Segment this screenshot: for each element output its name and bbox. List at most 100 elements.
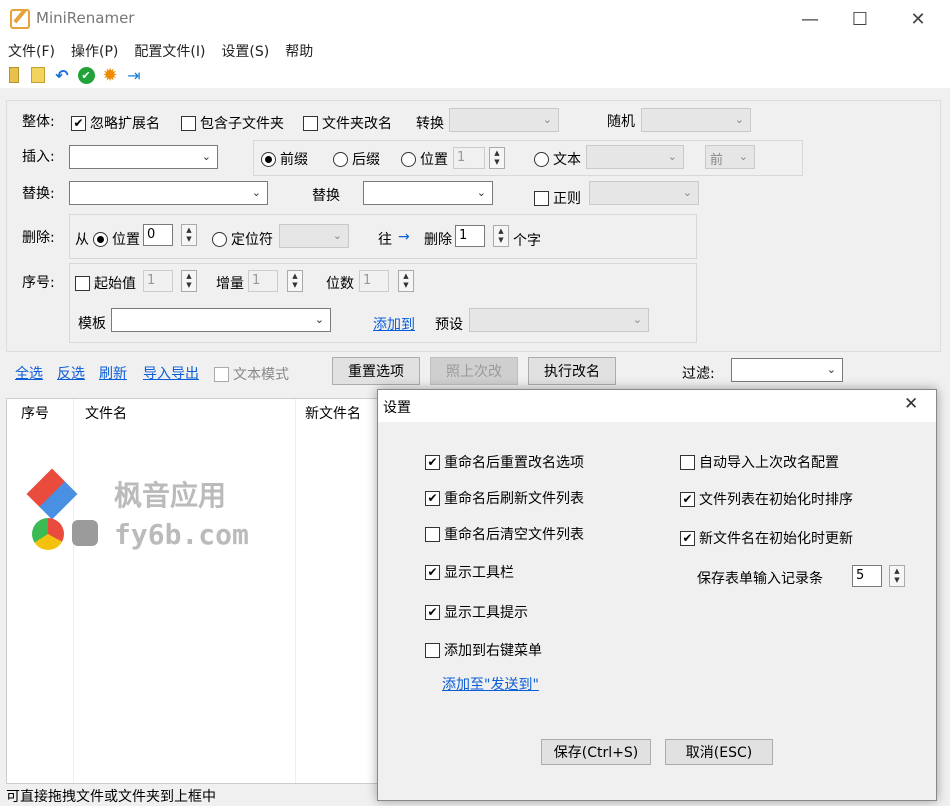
settings-dialog: 设置 ✕ ✔ 重命名后重置改名选项 ✔ 重命名后刷新文件列表 重命名后清空文件列表 … bbox=[377, 389, 937, 801]
chevron-down-icon: ⌄ bbox=[738, 150, 748, 163]
close-button[interactable]: ✕ bbox=[893, 0, 943, 38]
start-checkbox[interactable]: 起始值 bbox=[75, 273, 136, 293]
check-icon[interactable]: ✔ bbox=[76, 65, 96, 85]
add-to-link[interactable]: 添加到 bbox=[373, 314, 415, 334]
chevron-down-icon: ⌄ bbox=[201, 150, 211, 163]
replace-from-select[interactable]: ⌄ bbox=[69, 181, 268, 205]
step-label: 增量 bbox=[216, 276, 244, 292]
locator-radio[interactable]: 定位符 bbox=[212, 229, 273, 249]
radio-dot bbox=[401, 151, 416, 167]
preset-select[interactable]: ⌄ bbox=[469, 308, 649, 332]
direction-arrow-link[interactable]: → bbox=[398, 229, 410, 245]
start-value-stepper[interactable]: ▲ ▼ bbox=[181, 270, 197, 292]
digits-value-stepper[interactable]: ▲ ▼ bbox=[398, 270, 414, 292]
opt-show-tooltips[interactable]: ✔ 显示工具提示 bbox=[425, 602, 528, 622]
opt-show-toolbar[interactable]: ✔ 显示工具栏 bbox=[425, 562, 514, 582]
toward-label: 往 bbox=[378, 232, 392, 248]
add-sendto-link[interactable]: 添加至"发送到" bbox=[442, 674, 539, 694]
execute-button[interactable]: 执行改名 bbox=[528, 357, 616, 385]
menu-file[interactable]: 文件(F) bbox=[0, 38, 63, 62]
chevron-down-icon: ⌄ bbox=[667, 150, 677, 163]
delete-position-stepper[interactable]: ▲ ▼ bbox=[181, 224, 197, 246]
col-header-index[interactable]: 序号 bbox=[13, 399, 57, 425]
opt-context-menu[interactable]: 添加到右键菜单 bbox=[425, 640, 542, 660]
chevron-down-icon: ⌄ bbox=[542, 113, 552, 126]
text-mode-checkbox[interactable]: 文本模式 bbox=[214, 364, 289, 384]
undo-icon[interactable]: ↶ bbox=[52, 65, 72, 85]
filter-select[interactable]: ⌄ bbox=[731, 358, 843, 382]
checkbox-box: ✔ bbox=[425, 454, 440, 470]
column-divider bbox=[295, 399, 296, 783]
status-text: 可直接拖拽文件或文件夹到上框中 bbox=[6, 789, 216, 805]
refresh-link[interactable]: 刷新 bbox=[99, 363, 127, 383]
import-export-link[interactable]: 导入导出 bbox=[143, 363, 199, 383]
opt-sort-on-init[interactable]: ✔ 文件列表在初始化时排序 bbox=[680, 489, 853, 509]
step-value-input[interactable]: 1 bbox=[248, 270, 278, 292]
select-all-link[interactable]: 全选 bbox=[15, 363, 43, 383]
invert-link[interactable]: 反选 bbox=[57, 363, 85, 383]
ignore-ext-checkbox[interactable]: ✔ 忽略扩展名 bbox=[71, 113, 160, 133]
step-value-stepper[interactable]: ▲ ▼ bbox=[287, 270, 303, 292]
reset-button[interactable]: 重置选项 bbox=[332, 357, 420, 385]
history-count-input[interactable]: 5 bbox=[852, 565, 882, 587]
opt-update-on-init[interactable]: ✔ 新文件名在初始化时更新 bbox=[680, 528, 853, 548]
start-value-input[interactable]: 1 bbox=[143, 270, 173, 292]
delete-position-input[interactable]: 0 bbox=[143, 224, 173, 246]
checkbox-box bbox=[303, 115, 318, 131]
dialog-close-icon[interactable]: ✕ bbox=[904, 394, 918, 414]
insert-direction-select[interactable]: 前 ⌄ bbox=[705, 145, 755, 169]
position-radio[interactable]: 位置 bbox=[401, 149, 448, 169]
regex-select[interactable]: ⌄ bbox=[589, 181, 699, 205]
down-icon: ▼ bbox=[186, 281, 192, 289]
delete-count-stepper[interactable]: ▲ ▼ bbox=[493, 225, 509, 247]
template-select[interactable]: ⌄ bbox=[111, 308, 331, 332]
apply-last-button[interactable]: 照上次改 bbox=[430, 357, 518, 385]
up-icon: ▲ bbox=[494, 149, 500, 157]
digits-value-input[interactable]: 1 bbox=[359, 270, 389, 292]
history-label: 保存表单输入记录条 bbox=[697, 571, 823, 587]
opt-auto-import[interactable]: 自动导入上次改名配置 bbox=[680, 452, 839, 472]
insert-position-input[interactable]: 1 bbox=[453, 147, 485, 169]
checkbox-box: ✔ bbox=[680, 530, 695, 546]
col-header-filename[interactable]: 文件名 bbox=[77, 399, 135, 425]
watermark: 枫音应用 fy6b.com bbox=[26, 468, 270, 560]
radio-dot bbox=[212, 231, 227, 247]
maximize-button[interactable]: ☐ bbox=[835, 0, 885, 38]
save-button[interactable]: 保存(Ctrl+S) bbox=[541, 739, 651, 765]
rename-folder-checkbox[interactable]: 文件夹改名 bbox=[303, 113, 392, 133]
files-icon[interactable] bbox=[28, 65, 48, 85]
file-list[interactable]: 序号 文件名 新文件名 bbox=[6, 398, 386, 784]
gear-icon[interactable]: ✹ bbox=[100, 65, 120, 86]
column-divider bbox=[73, 399, 74, 783]
delete-position-radio[interactable]: 位置 bbox=[93, 229, 140, 249]
radio-dot bbox=[333, 151, 348, 167]
regex-checkbox[interactable]: 正则 bbox=[534, 188, 581, 208]
insert-text-combo[interactable]: ⌄ bbox=[586, 145, 684, 169]
menu-help[interactable]: 帮助 bbox=[277, 38, 321, 62]
menu-settings[interactable]: 设置(S) bbox=[213, 38, 277, 62]
prefix-radio[interactable]: 前缀 bbox=[261, 149, 308, 169]
random-select[interactable]: ⌄ bbox=[641, 108, 751, 132]
col-header-newname[interactable]: 新文件名 bbox=[297, 399, 369, 425]
folder-icon[interactable] bbox=[4, 65, 24, 85]
cancel-button[interactable]: 取消(ESC) bbox=[665, 739, 773, 765]
checkbox-box bbox=[214, 366, 229, 382]
opt-reset-after-rename[interactable]: ✔ 重命名后重置改名选项 bbox=[425, 452, 584, 472]
menu-operation[interactable]: 操作(P) bbox=[63, 38, 126, 62]
replace-to-select[interactable]: ⌄ bbox=[363, 181, 493, 205]
pin-icon[interactable]: ⇥ bbox=[124, 65, 144, 85]
toolbar: ↶ ✔ ✹ ⇥ bbox=[0, 62, 950, 88]
insert-text-select[interactable]: ⌄ bbox=[69, 145, 218, 169]
opt-clear-after-rename[interactable]: 重命名后清空文件列表 bbox=[425, 524, 584, 544]
opt-refresh-after-rename[interactable]: ✔ 重命名后刷新文件列表 bbox=[425, 488, 584, 508]
history-count-stepper[interactable]: ▲ ▼ bbox=[889, 565, 905, 587]
menu-profile[interactable]: 配置文件(I) bbox=[126, 38, 213, 62]
minimize-button[interactable]: — bbox=[785, 0, 835, 38]
suffix-radio[interactable]: 后缀 bbox=[333, 149, 380, 169]
insert-position-stepper[interactable]: ▲ ▼ bbox=[489, 147, 505, 169]
text-radio[interactable]: 文本 bbox=[534, 149, 581, 169]
include-sub-checkbox[interactable]: 包含子文件夹 bbox=[181, 113, 284, 133]
locator-select[interactable]: ⌄ bbox=[279, 224, 349, 248]
delete-count-input[interactable]: 1 bbox=[455, 225, 485, 247]
convert-select[interactable]: ⌄ bbox=[449, 108, 559, 132]
